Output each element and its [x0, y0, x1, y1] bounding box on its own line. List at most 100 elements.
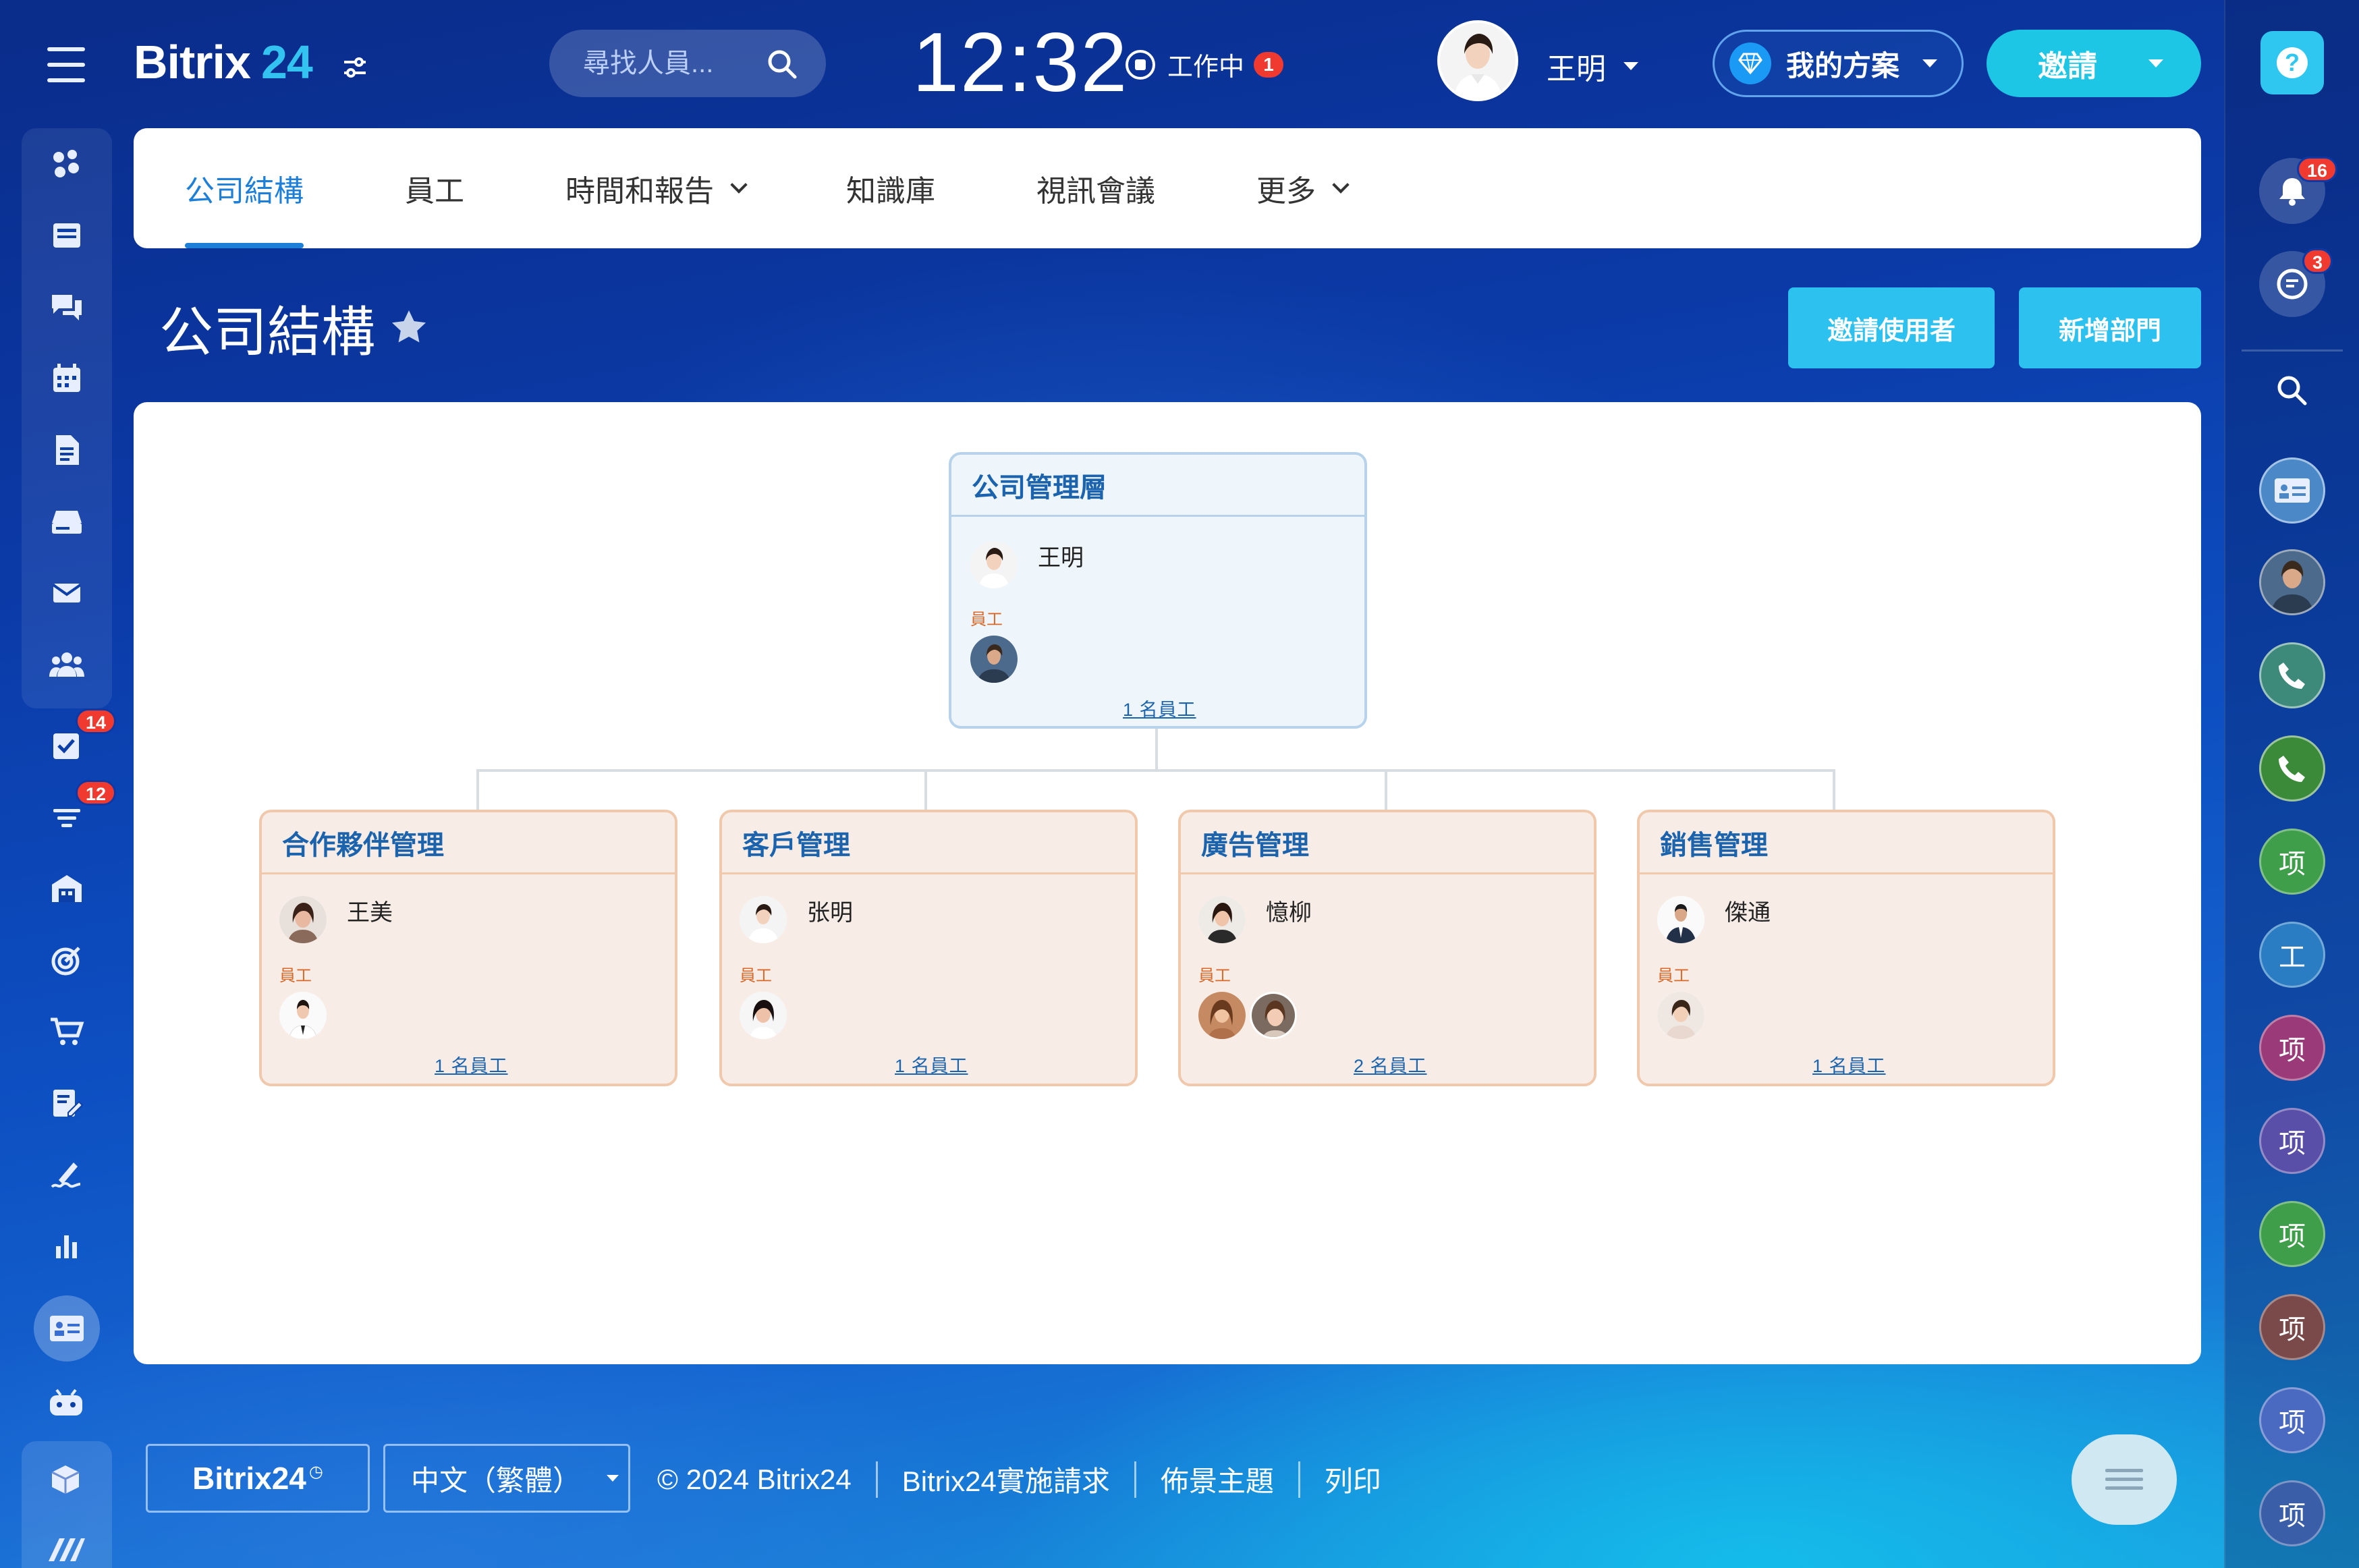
- employee-count-link[interactable]: 2 名員工: [1354, 1051, 1427, 1077]
- footer-link-theme[interactable]: 佈景主題: [1161, 1459, 1274, 1500]
- app-logo[interactable]: Bitrix 24: [134, 35, 313, 89]
- tab-more[interactable]: 更多: [1256, 128, 1350, 248]
- sidebar-tasks-icon[interactable]: 14: [22, 708, 117, 781]
- dept-name[interactable]: 廣告管理: [1181, 812, 1594, 874]
- person-name: 傑通: [1725, 899, 1771, 926]
- sidebar-inventory-icon[interactable]: [22, 853, 112, 924]
- right-search-icon[interactable]: [2259, 358, 2325, 424]
- sidebar-news-icon[interactable]: [22, 200, 112, 271]
- right-item[interactable]: 项: [2259, 1294, 2325, 1360]
- employee-avatar[interactable]: [740, 992, 787, 1039]
- dept-head-person[interactable]: 张明: [740, 896, 853, 943]
- sidebar-calendar-icon[interactable]: [22, 343, 112, 414]
- dept-name[interactable]: 合作夥伴管理: [262, 812, 675, 874]
- right-item[interactable]: 项: [2259, 829, 2325, 895]
- right-item[interactable]: 项: [2259, 1387, 2325, 1453]
- right-item[interactable]: 项: [2259, 1015, 2325, 1081]
- employee-count-link[interactable]: 1 名員工: [435, 1051, 508, 1077]
- chat-panel-button[interactable]: [2072, 1434, 2177, 1525]
- user-menu[interactable]: 王明: [1547, 45, 1638, 88]
- dept-card[interactable]: 合作夥伴管理 王美 員工 1 名員工: [259, 810, 677, 1086]
- favorite-star-icon[interactable]: [389, 308, 429, 348]
- chats-button[interactable]: 3: [2259, 248, 2333, 317]
- sidebar-drive-icon[interactable]: [22, 486, 112, 557]
- clock[interactable]: 12:32: [912, 15, 1128, 111]
- tab-time-reports[interactable]: 時間和報告: [565, 128, 748, 248]
- footer-link-implementation[interactable]: Bitrix24實施請求: [902, 1459, 1110, 1500]
- right-phone-icon[interactable]: [2259, 642, 2325, 708]
- sidebar-sign-icon[interactable]: [22, 1139, 112, 1210]
- employee-count-link[interactable]: 1 名員工: [1123, 695, 1196, 721]
- tab-company-structure[interactable]: 公司結構: [185, 128, 304, 248]
- workday-status[interactable]: 工作中 1: [1126, 46, 1284, 83]
- right-item[interactable]: 工: [2259, 922, 2325, 988]
- sidebar-crm-icon[interactable]: 12: [22, 780, 117, 853]
- person-avatar: [1657, 896, 1704, 943]
- employee-avatar[interactable]: [1198, 992, 1246, 1039]
- tab-knowledge-base[interactable]: 知識庫: [846, 128, 935, 248]
- dept-card[interactable]: 客戶管理 张明 員工 1 名員工: [719, 810, 1138, 1086]
- sidebar-employees-icon[interactable]: [22, 629, 112, 700]
- sidebar-company-icon[interactable]: [49, 1312, 85, 1349]
- right-item[interactable]: 项: [2259, 1480, 2325, 1546]
- language-select[interactable]: 中文（繁體）: [383, 1444, 630, 1513]
- dept-name[interactable]: 公司管理層: [951, 455, 1364, 517]
- right-item[interactable]: 项: [2259, 1108, 2325, 1174]
- dept-head-person[interactable]: 傑通: [1657, 896, 1771, 943]
- search-input[interactable]: [583, 48, 738, 79]
- logo-settings-icon[interactable]: [341, 54, 368, 81]
- user-name: 王明: [1547, 53, 1606, 86]
- person-name: 张明: [807, 899, 853, 926]
- sidebar-goals-icon[interactable]: [22, 924, 112, 996]
- dept-head-person[interactable]: 王明: [970, 541, 1084, 588]
- sidebar-analytics-icon[interactable]: [22, 1210, 112, 1282]
- sidebar-chat-icon[interactable]: [22, 271, 112, 343]
- employee-avatar[interactable]: [1657, 992, 1704, 1039]
- employee-count-link[interactable]: 1 名員工: [895, 1051, 968, 1077]
- menu-icon[interactable]: [47, 47, 85, 82]
- right-phone-2-icon[interactable]: [2259, 735, 2325, 802]
- org-chart-panel: 公司管理層 王明 員工 1 名員工 合作夥伴管理 王美 員工 1 名員工 客戶管…: [134, 402, 2201, 1364]
- sidebar-nav-2: 14 12: [22, 708, 117, 1282]
- tab-employees[interactable]: 員工: [405, 128, 464, 248]
- user-avatar[interactable]: [1437, 20, 1518, 101]
- invite-button[interactable]: 邀請: [1987, 30, 2201, 97]
- sidebar-robot-icon[interactable]: [47, 1387, 85, 1422]
- search-icon[interactable]: [765, 47, 799, 81]
- employees-label: 員工: [970, 611, 1003, 629]
- employee-avatar[interactable]: [1250, 992, 1297, 1039]
- sidebar-marketplace-icon[interactable]: [47, 1536, 85, 1566]
- sidebar-docs-icon[interactable]: [22, 414, 112, 486]
- tab-label: 員工: [405, 175, 464, 208]
- footer-brand-button[interactable]: Bitrix24 ◷: [146, 1444, 370, 1513]
- employee-count-link[interactable]: 1 名員工: [1812, 1051, 1886, 1077]
- dept-head-person[interactable]: 王美: [279, 896, 393, 943]
- sidebar-feed-icon[interactable]: [22, 128, 112, 200]
- sidebar-shop-icon[interactable]: [22, 996, 112, 1067]
- right-item[interactable]: 项: [2259, 1201, 2325, 1267]
- dept-name[interactable]: 銷售管理: [1640, 812, 2053, 874]
- help-button[interactable]: ?: [2260, 31, 2324, 94]
- employee-avatar[interactable]: [279, 992, 327, 1039]
- my-plan-button[interactable]: 我的方案: [1713, 30, 1964, 97]
- sidebar-mail-icon[interactable]: [22, 557, 112, 629]
- tab-video-conference[interactable]: 視訊會議: [1036, 128, 1155, 248]
- sidebar-forms-icon[interactable]: [22, 1067, 112, 1139]
- search-box[interactable]: [549, 30, 826, 97]
- notifications-badge: 16: [2297, 157, 2338, 182]
- dept-card[interactable]: 廣告管理 憶柳 員工 2 名員工: [1178, 810, 1597, 1086]
- right-user-avatar[interactable]: [2259, 549, 2325, 615]
- dept-name[interactable]: 客戶管理: [722, 812, 1135, 874]
- right-item-label: 项: [2279, 1501, 2306, 1531]
- right-company-icon[interactable]: [2259, 457, 2325, 524]
- workday-badge: 1: [1254, 51, 1284, 78]
- employee-avatar[interactable]: [970, 636, 1018, 683]
- footer-link-print[interactable]: 列印: [1325, 1459, 1381, 1500]
- notifications-button[interactable]: 16: [2259, 157, 2338, 224]
- dept-card[interactable]: 銷售管理 傑通 員工 1 名員工: [1637, 810, 2055, 1086]
- sidebar-cube-icon[interactable]: [49, 1463, 82, 1500]
- dept-head-person[interactable]: 憶柳: [1198, 896, 1312, 943]
- invite-users-button[interactable]: 邀請使用者: [1788, 287, 1995, 368]
- add-department-button[interactable]: 新增部門: [2019, 287, 2201, 368]
- dept-card-root[interactable]: 公司管理層 王明 員工 1 名員工: [949, 452, 1367, 729]
